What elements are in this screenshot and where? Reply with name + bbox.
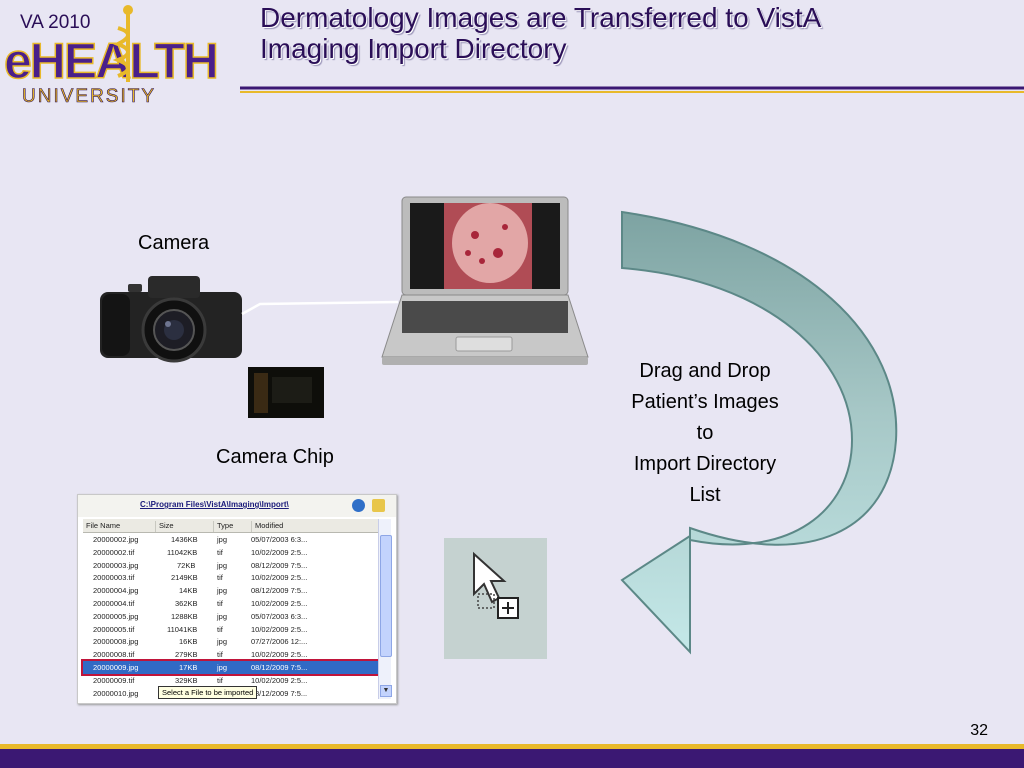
- column-header-type[interactable]: Type: [213, 521, 251, 532]
- file-list: 20000002.jpg 1436KB jpg 05/07/2003 6:3... 2…: [81, 533, 381, 699]
- camera-chip-label: Camera Chip: [216, 446, 334, 468]
- drag-drop-line-2: Patient’s Images: [631, 391, 779, 413]
- file-row[interactable]: 20000005.jpg 1288KB jpg 05/07/2003 6:3...: [83, 610, 379, 623]
- file-name: 20000009.tif: [93, 675, 135, 685]
- file-name: 20000008.jpg: [93, 637, 139, 647]
- import-directory-window: C:\Program Files\VistA\Imaging\Import\ F…: [77, 494, 397, 704]
- file-modified: 05/07/2003 6:3...: [251, 535, 308, 544]
- file-row[interactable]: 20000004.jpg 14KB jpg 08/12/2009 7:5...: [83, 584, 379, 597]
- file-type: jpg: [217, 535, 228, 544]
- file-name: 20000005.jpg: [93, 611, 139, 621]
- camera-chip-image: [248, 367, 324, 418]
- file-type: jpg: [217, 586, 228, 596]
- file-name: 20000005.tif: [93, 624, 135, 634]
- file-type: tif: [217, 573, 223, 583]
- camera-icon: [100, 276, 242, 363]
- file-size: 1436KB: [171, 535, 198, 544]
- drag-drop-label: Drag and Drop Patient’s Images to Import…: [600, 356, 810, 511]
- file-size: 329KB: [175, 675, 198, 685]
- file-name: 20000004.jpg: [93, 586, 139, 596]
- slide-title: Dermatology Images are Transferred to Vi…: [260, 2, 1000, 64]
- column-header-modified[interactable]: Modified: [251, 521, 325, 532]
- file-type: tif: [217, 675, 223, 685]
- file-modified: 8/12/2009 7:5...: [255, 688, 308, 698]
- file-size: 17KB: [179, 662, 198, 672]
- file-modified: 08/12/2009 7:5...: [251, 586, 308, 596]
- file-modified: 07/27/2006 12:...: [251, 637, 308, 647]
- file-row[interactable]: 20000003.tif 2149KB tif 10/02/2009 2:5...: [83, 571, 379, 584]
- scroll-down-icon[interactable]: ▼: [380, 685, 392, 697]
- file-size: 2149KB: [171, 573, 198, 583]
- file-type: tif: [217, 650, 223, 660]
- file-name: 20000004.tif: [93, 598, 135, 608]
- cursor-copy-icon: [473, 551, 519, 619]
- file-modified: 10/02/2009 2:5...: [251, 675, 308, 685]
- logo-main: eHEALTH: [4, 33, 217, 89]
- drag-drop-line-4: Import Directory: [633, 453, 777, 475]
- file-size: 16KB: [179, 637, 198, 647]
- file-type: tif: [217, 547, 223, 557]
- file-size: 362KB: [175, 598, 198, 608]
- drag-drop-line-3: to: [696, 422, 714, 444]
- file-type: jpg: [217, 662, 228, 672]
- file-modified: 08/12/2009 7:5...: [251, 662, 308, 672]
- file-modified: 10/02/2009 2:5...: [251, 650, 308, 660]
- file-name: 20000002.jpg: [93, 535, 139, 544]
- camera-label: Camera: [138, 232, 210, 254]
- scrollbar-thumb[interactable]: [380, 535, 392, 657]
- file-type: tif: [217, 598, 223, 608]
- file-type: tif: [217, 624, 223, 634]
- file-row[interactable]: 20000002.jpg 1436KB jpg 05/07/2003 6:3...: [83, 533, 379, 546]
- file-name: 20000008.tif: [93, 650, 135, 660]
- file-list-scrollbar[interactable]: ▼: [378, 519, 392, 699]
- file-size: 279KB: [175, 650, 198, 660]
- path-bar: C:\Program Files\VistA\Imaging\Import\: [78, 495, 396, 517]
- laptop-icon: [381, 196, 589, 365]
- file-name: 20000002.tif: [93, 547, 135, 557]
- refresh-icon[interactable]: [352, 499, 365, 512]
- file-name: 20000003.jpg: [93, 560, 139, 570]
- tooltip: Select a File to be imported: [158, 686, 258, 699]
- file-modified: 10/02/2009 2:5...: [251, 573, 308, 583]
- import-path-link[interactable]: C:\Program Files\VistA\Imaging\Import\: [140, 500, 289, 509]
- file-modified: 10/02/2009 2:5...: [251, 624, 308, 634]
- file-modified: 10/02/2009 2:5...: [251, 547, 308, 557]
- file-modified: 05/07/2003 6:3...: [251, 611, 308, 621]
- file-size: 72KB: [177, 560, 196, 570]
- file-size: 1288KB: [171, 611, 198, 621]
- usb-cable: [241, 300, 399, 316]
- logo-year: VA 2010: [20, 12, 90, 33]
- drag-drop-line-1: Drag and Drop: [639, 360, 771, 382]
- column-header-file-name[interactable]: File Name: [83, 521, 154, 532]
- file-row[interactable]: 20000008.jpg 16KB jpg 07/27/2006 12:...: [83, 635, 379, 648]
- file-type: jpg: [217, 637, 228, 647]
- file-row[interactable]: 20000009.tif 329KB tif 10/02/2009 2:5...: [83, 674, 379, 687]
- file-modified: 10/02/2009 2:5...: [251, 598, 308, 608]
- file-type: jpg: [217, 560, 228, 570]
- file-row[interactable]: 20000003.jpg 72KB jpg 08/12/2009 7:5...: [83, 559, 379, 572]
- page-number: 32: [970, 722, 988, 739]
- file-row-selected[interactable]: 20000009.jpg 17KB jpg 08/12/2009 7:5...: [81, 659, 381, 676]
- column-header-size[interactable]: Size: [155, 521, 211, 532]
- footer-bar: [0, 744, 1024, 768]
- file-list-header: File Name Size Type Modified: [83, 519, 379, 533]
- file-name: 20000010.jpg: [93, 688, 139, 698]
- file-row[interactable]: 20000005.tif 11041KB tif 10/02/2009 2:5...: [83, 623, 379, 636]
- file-size: 11042KB: [167, 547, 198, 557]
- file-name: 20000009.jpg: [93, 662, 139, 672]
- drag-drop-line-5: List: [689, 484, 721, 506]
- drag-copy-cursor-image: [444, 538, 547, 659]
- slide-title-line2: Imaging Import Directory: [260, 33, 567, 64]
- file-size: 11041KB: [167, 624, 198, 634]
- file-row[interactable]: 20000008.tif 279KB tif 10/02/2009 2:5...: [83, 648, 379, 661]
- file-row[interactable]: 20000002.tif 11042KB tif 10/02/2009 2:5...: [83, 546, 379, 559]
- folder-icon[interactable]: [372, 499, 385, 512]
- file-type: jpg: [217, 611, 228, 621]
- file-row[interactable]: 20000004.tif 362KB tif 10/02/2009 2:5...: [83, 597, 379, 610]
- header-divider-bar: [240, 86, 1024, 93]
- file-size: 14KB: [179, 586, 198, 596]
- file-name: 20000003.tif: [93, 573, 135, 583]
- slide-title-line1: Dermatology Images are Transferred to Vi…: [260, 2, 822, 33]
- file-modified: 08/12/2009 7:5...: [251, 560, 308, 570]
